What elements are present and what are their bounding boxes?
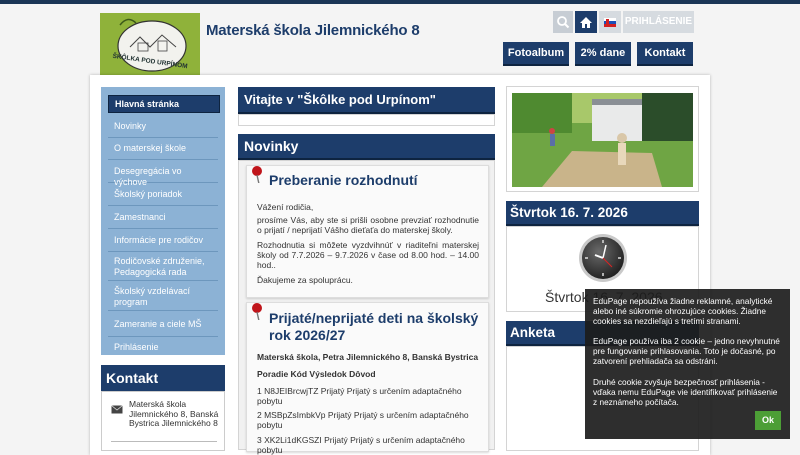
contact-address: Materská škola Jilemnického 8, Banská By… bbox=[129, 399, 219, 428]
sidebar-item-o-materskej-skole[interactable]: O materskej škole bbox=[108, 138, 218, 160]
nav-2-percent-dane[interactable]: 2% dane bbox=[575, 42, 631, 66]
table-row: 3 XK2Li1dKGSZI Prijatý Prijatý s určením… bbox=[257, 435, 465, 455]
sidebar-item-novinky[interactable]: Novinky bbox=[108, 116, 218, 138]
nav-fotoalbum[interactable]: Fotoalbum bbox=[503, 42, 569, 66]
sidebar-item-label: Zameranie a ciele MŠ bbox=[114, 319, 202, 329]
home-icon bbox=[580, 17, 592, 28]
welcome-panel bbox=[238, 114, 495, 126]
date-heading: Štvrtok 16. 7. 2026 bbox=[506, 201, 699, 226]
sidebar-item-informacie-pre-rodicov[interactable]: Informácie pre rodičov bbox=[108, 229, 218, 252]
welcome-heading: Vitajte v "Škôlke pod Urpínom" bbox=[238, 87, 495, 114]
sidebar-item-prihlasenie[interactable]: Prihlásenie bbox=[108, 337, 218, 356]
site-title[interactable]: Materská škola Jilemnického 8 bbox=[206, 22, 420, 39]
clock-icon bbox=[579, 234, 627, 282]
sidebar-item-label: Rodičovské združenie, Pedagogická rada bbox=[114, 256, 205, 277]
search-icon bbox=[557, 16, 570, 29]
slovak-flag-icon bbox=[604, 18, 616, 27]
table-header: Poradie Kód Výsledok Dôvod bbox=[257, 369, 376, 379]
sidebar-item-label: Informácie pre rodičov bbox=[114, 235, 204, 245]
sidebar-item-label: Školský vzdelávací program bbox=[114, 286, 191, 307]
post-subtitle: Materská škola, Petra Jilemnického 8, Ba… bbox=[257, 352, 479, 362]
sidebar-item-desegregacia[interactable]: Desegregácia vo výchove bbox=[108, 160, 218, 187]
divider bbox=[111, 441, 217, 442]
cookie-text: Druhé cookie zvyšuje bezpečnosť prihláse… bbox=[593, 377, 778, 407]
login-button[interactable]: PRIHLÁSENIE bbox=[623, 11, 694, 33]
pushpin-icon bbox=[252, 303, 262, 320]
contact-box: Materská škola Jilemnického 8, Banská By… bbox=[101, 391, 225, 451]
top-bar bbox=[0, 0, 800, 4]
kindergarten-photo[interactable] bbox=[512, 93, 693, 187]
post-text: Rozhodnutia si môžete vyzdvihnúť v riadi… bbox=[257, 240, 479, 270]
language-button[interactable] bbox=[599, 11, 621, 33]
sidebar-item-skolsky-vzdelavaci-program[interactable]: Školský vzdelávací program bbox=[108, 281, 218, 311]
news-heading: Novinky bbox=[238, 134, 495, 160]
cookie-text: EduPage používa iba 2 cookie – jedno nev… bbox=[593, 336, 780, 366]
contact-heading: Kontakt bbox=[101, 365, 225, 391]
sidebar-item-label: Prihlásenie bbox=[114, 342, 159, 352]
search-button[interactable] bbox=[553, 11, 573, 33]
sidebar-item-zamestnanci[interactable]: Zamestnanci bbox=[108, 206, 218, 229]
post-text: prosíme Vás, aby ste si prišli osobne pr… bbox=[257, 215, 479, 235]
cookie-ok-button[interactable]: Ok bbox=[755, 411, 781, 430]
sidebar-item-hlavna-stranka[interactable]: Hlavná stránka bbox=[108, 95, 220, 113]
home-button[interactable] bbox=[575, 11, 597, 33]
envelope-icon bbox=[111, 405, 123, 414]
sidebar-item-label: O materskej škole bbox=[114, 143, 187, 153]
post-title[interactable]: Prijaté/neprijaté deti na školský rok 20… bbox=[269, 310, 484, 344]
pushpin-icon bbox=[252, 166, 262, 183]
school-logo[interactable]: ŠKÔLKA POD URPÍNOM bbox=[100, 13, 200, 76]
cookie-text: EduPage nepoužíva žiadne reklamné, analy… bbox=[593, 296, 773, 326]
post-text: Vážení rodičia, bbox=[257, 202, 314, 212]
table-row: 1 N8JEIBrcwjTZ Prijatý Prijatý s určením… bbox=[257, 386, 462, 406]
sidebar-item-label: Hlavná stránka bbox=[115, 99, 180, 109]
nav-kontakt[interactable]: Kontakt bbox=[637, 42, 693, 66]
sidebar-item-label: Novinky bbox=[114, 121, 147, 131]
sidebar-item-skolsky-poriadok[interactable]: Školský poriadok bbox=[108, 183, 218, 206]
sidebar-item-label: Zamestnanci bbox=[114, 212, 166, 222]
table-row: 2 MSBpZsImbkVp Prijatý Prijatý s určením… bbox=[257, 410, 469, 430]
post-title[interactable]: Preberanie rozhodnutí bbox=[269, 172, 484, 189]
sidebar-item-rodicovske-zdruzenie[interactable]: Rodičovské združenie, Pedagogická rada bbox=[108, 252, 218, 281]
sidebar-item-zameranie-a-ciele[interactable]: Zameranie a ciele MŠ bbox=[108, 311, 218, 337]
sidebar-item-label: Školský poriadok bbox=[114, 189, 183, 199]
post-text: Ďakujeme za spoluprácu. bbox=[257, 275, 353, 285]
